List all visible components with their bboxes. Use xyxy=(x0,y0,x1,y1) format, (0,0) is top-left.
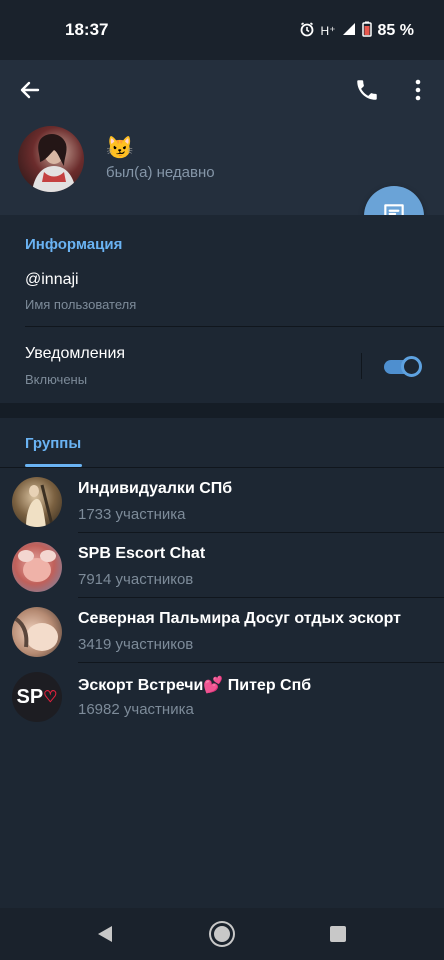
groups-tab-bar: Группы xyxy=(0,418,444,468)
group-member-count: 3419 участников xyxy=(78,636,194,653)
group-avatar xyxy=(12,607,62,657)
group-name: Эскорт Встречи💕 Питер Спб xyxy=(78,677,312,694)
arrow-left-icon xyxy=(18,81,42,106)
more-vertical-icon xyxy=(408,79,428,107)
notifications-separator xyxy=(361,353,362,379)
group-avatar xyxy=(12,477,62,527)
group-member-count: 7914 участников xyxy=(78,571,194,588)
group-member-count: 1733 участника xyxy=(78,506,186,523)
tab-groups[interactable]: Группы xyxy=(25,435,81,452)
battery-level: 85 % xyxy=(377,21,414,39)
list-item[interactable]: SPB Escort Chat 7914 участников xyxy=(0,533,444,598)
profile-name-emoji: 😼 xyxy=(106,135,134,160)
group-avatar-logo: SP xyxy=(16,685,44,708)
group-name: SPB Escort Chat xyxy=(78,545,206,562)
alarm-icon xyxy=(299,21,315,40)
triangle-back-icon xyxy=(96,926,114,948)
nav-back-button[interactable] xyxy=(96,924,114,949)
phone-icon xyxy=(354,80,380,107)
info-section: Информация @innaji Имя пользователя Увед… xyxy=(0,215,444,403)
call-button[interactable] xyxy=(354,77,380,103)
group-avatar xyxy=(12,542,62,592)
signal-icon xyxy=(342,22,356,39)
status-time: 18:37 xyxy=(65,20,109,39)
battery-icon xyxy=(361,21,372,40)
avatar[interactable] xyxy=(18,126,84,192)
group-member-count: 16982 участника xyxy=(78,701,194,718)
group-name: Индивидуалки СПб xyxy=(78,480,233,497)
group-name: Северная Пальмира Досуг отдых эскорт xyxy=(78,610,401,627)
status-icons: H⁺ 85 % xyxy=(299,21,414,40)
divider xyxy=(25,326,444,327)
group-avatar: SP ♡ xyxy=(12,672,62,722)
groups-list: Индивидуалки СПб 1733 участника SPB Esco… xyxy=(0,468,444,728)
notifications-status: Включены xyxy=(25,372,88,387)
nav-recents-button[interactable] xyxy=(330,926,346,942)
nav-home-button[interactable] xyxy=(211,923,233,945)
info-section-title: Информация xyxy=(25,236,123,253)
back-button[interactable] xyxy=(18,78,42,102)
last-seen-status: был(а) недавно xyxy=(106,164,215,181)
more-options-button[interactable] xyxy=(408,77,428,103)
username-label: Имя пользователя xyxy=(25,297,137,312)
list-item[interactable]: SP ♡ Эскорт Встречи💕 Питер Спб 16982 учас… xyxy=(0,663,444,728)
toggle-knob xyxy=(401,356,422,377)
list-item[interactable]: Северная Пальмира Досуг отдых эскорт 341… xyxy=(0,598,444,663)
section-gap xyxy=(0,403,444,418)
username-value: @innaji xyxy=(25,271,79,288)
system-nav-bar xyxy=(0,908,444,960)
heart-icon: ♡ xyxy=(43,689,58,706)
status-bar: 18:37 H⁺ 85 % xyxy=(0,0,444,60)
list-item[interactable]: Индивидуалки СПб 1733 участника xyxy=(0,468,444,533)
network-type: H⁺ xyxy=(320,23,336,38)
notifications-title: Уведомления xyxy=(25,345,126,362)
notifications-toggle[interactable] xyxy=(384,355,422,377)
